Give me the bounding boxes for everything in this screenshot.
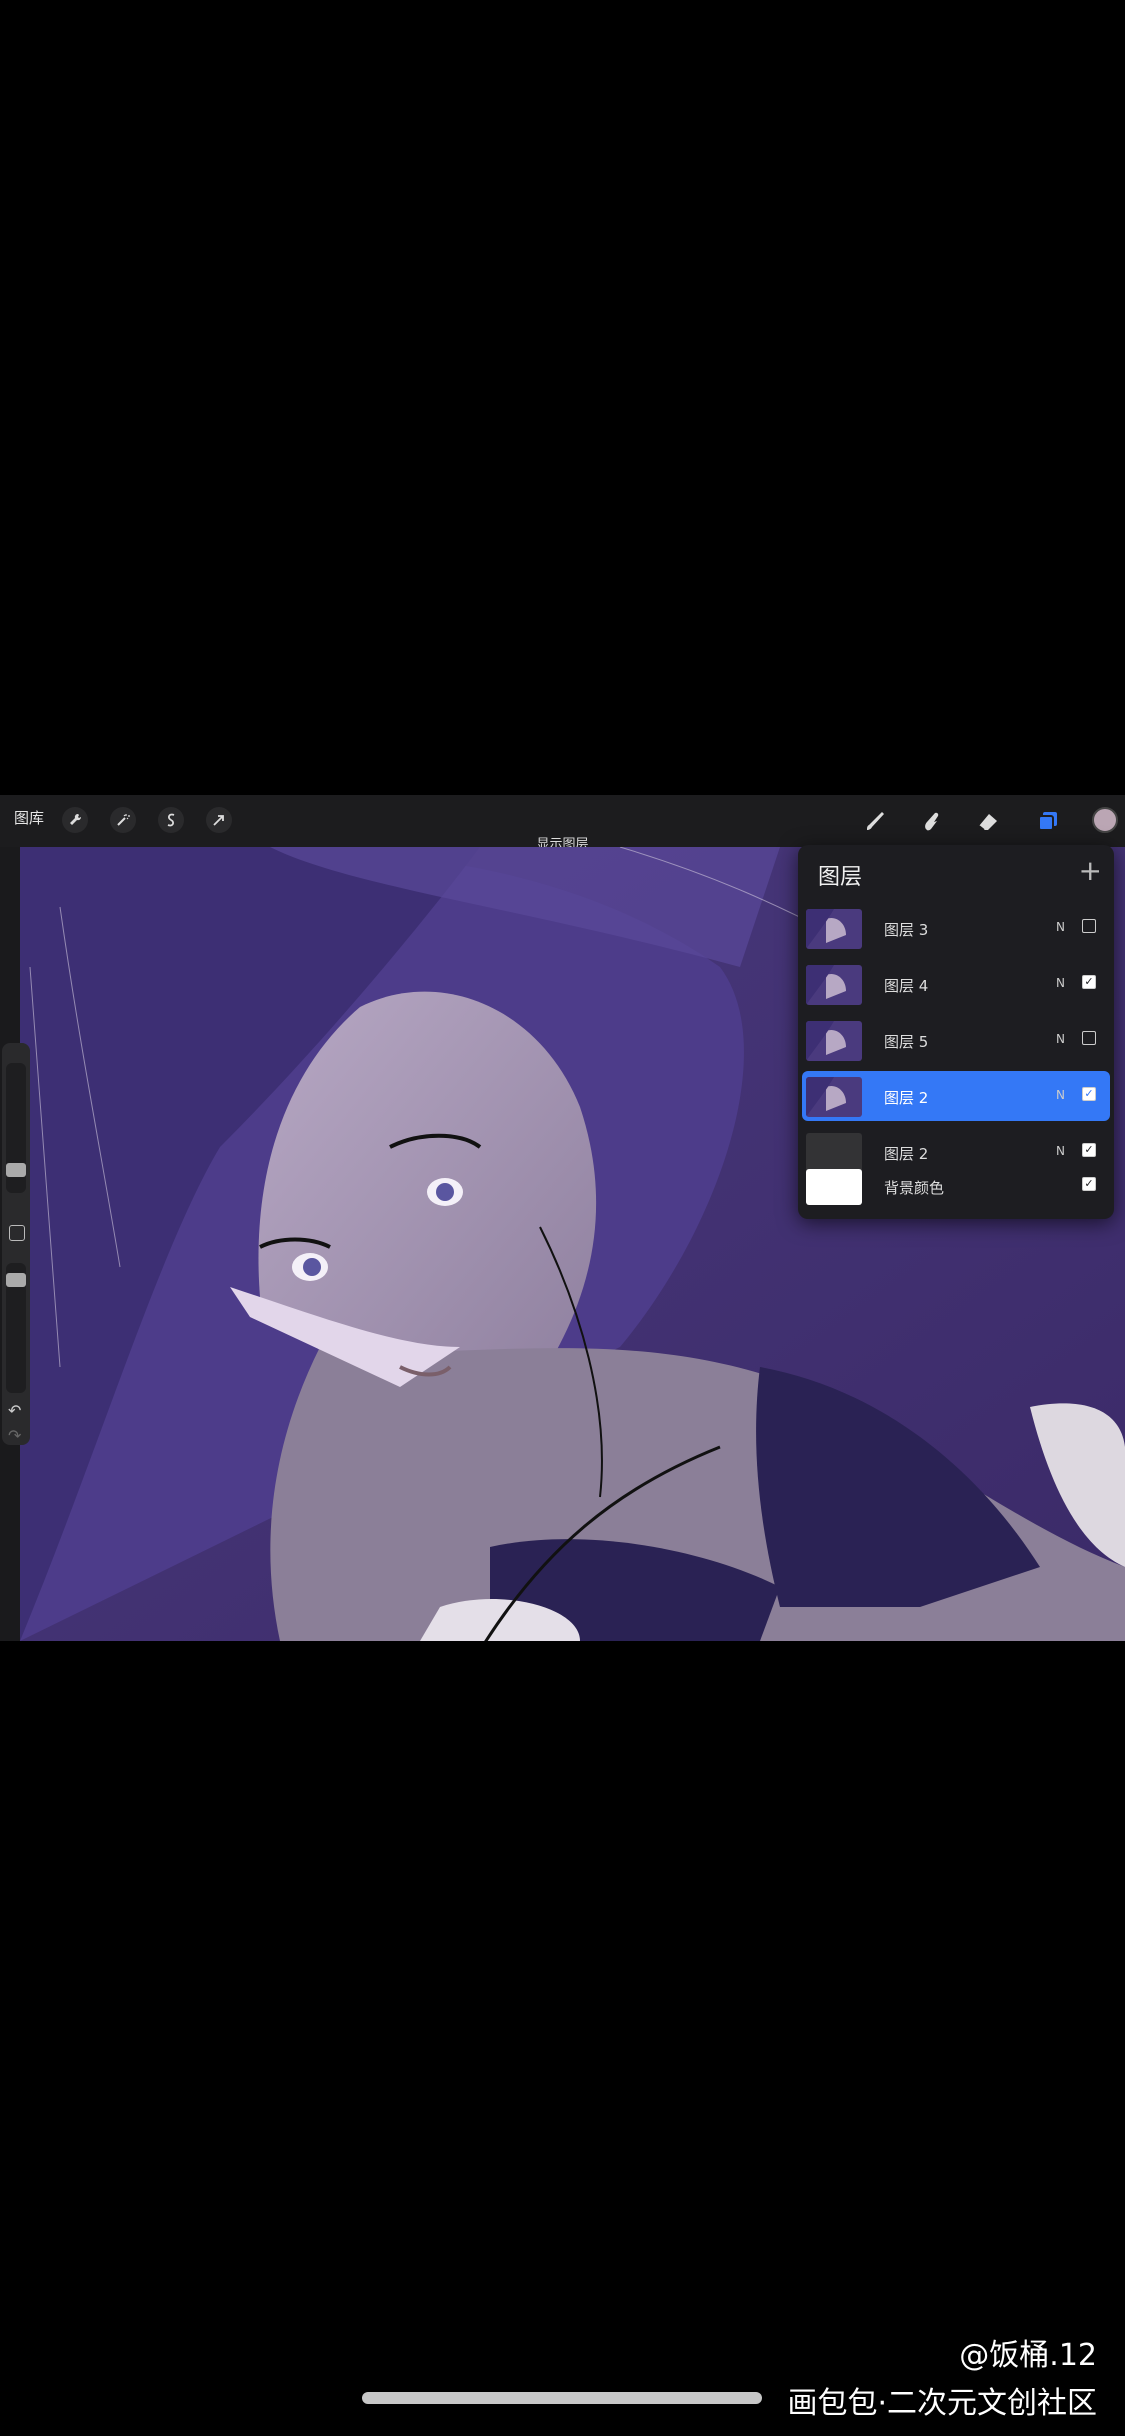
layer-row[interactable]: 图层 3 N [802, 903, 1110, 953]
layer-thumbnail [806, 1077, 862, 1117]
blend-mode-button[interactable]: N [1056, 1144, 1065, 1158]
blend-mode-button[interactable]: N [1056, 920, 1065, 934]
procreate-app: 图库 显示图层 ↶ ↷ 图层 + 图层 3 N 图层 4 N ✓ 图层 5 N … [0, 795, 1125, 1641]
background-color-swatch[interactable] [806, 1169, 862, 1205]
brush-size-slider[interactable] [6, 1063, 26, 1193]
opacity-thumb[interactable] [6, 1273, 26, 1287]
layer-row[interactable]: 图层 5 N [802, 1015, 1110, 1065]
site-watermark: 画包包·二次元文创社区 [787, 2386, 1097, 2421]
left-sidebar: ↶ ↷ [2, 1043, 30, 1445]
layer-thumbnail [806, 909, 862, 949]
layer-visibility-checkbox[interactable] [1082, 1031, 1096, 1045]
layer-name: 图层 2 [884, 1089, 929, 1107]
layer-visibility-checkbox[interactable]: ✓ [1082, 1087, 1096, 1101]
modify-button[interactable] [9, 1225, 25, 1241]
undo-icon[interactable]: ↶ [8, 1403, 24, 1419]
brush-size-thumb[interactable] [6, 1163, 26, 1177]
blend-mode-button[interactable]: N [1056, 1032, 1065, 1046]
layer-thumbnail [806, 1021, 862, 1061]
wrench-icon[interactable] [62, 807, 88, 833]
color-picker-swatch[interactable] [1092, 807, 1118, 833]
layer-name: 图层 5 [884, 1033, 929, 1051]
layer-name: 图层 2 [884, 1145, 929, 1163]
add-layer-button[interactable]: + [1079, 857, 1102, 885]
layer-name: 背景颜色 [884, 1179, 945, 1197]
selection-icon[interactable] [158, 807, 184, 833]
home-indicator[interactable] [362, 2392, 762, 2404]
magic-wand-icon[interactable] [110, 807, 136, 833]
blend-mode-button[interactable]: N [1056, 1088, 1065, 1102]
layer-name: 图层 3 [884, 921, 929, 939]
layer-visibility-checkbox[interactable]: ✓ [1082, 975, 1096, 989]
layer-row[interactable]: 图层 4 N ✓ [802, 959, 1110, 1009]
layer-thumbnail [806, 965, 862, 1005]
gallery-button[interactable]: 图库 [14, 807, 44, 828]
layer-visibility-checkbox[interactable]: ✓ [1082, 1143, 1096, 1157]
layer-visibility-checkbox[interactable]: ✓ [1082, 1177, 1096, 1191]
layers-panel: 图层 + 图层 3 N 图层 4 N ✓ 图层 5 N 图层 2 N ✓ 图层 … [798, 845, 1114, 1219]
layers-panel-title: 图层 [818, 865, 863, 890]
blend-mode-button[interactable]: N [1056, 976, 1065, 990]
layer-row-active[interactable]: 图层 2 N ✓ [802, 1071, 1110, 1121]
layer-name: 图层 4 [884, 977, 929, 995]
background-color-row[interactable]: 背景颜色 ✓ [802, 1163, 1110, 1209]
transform-arrow-icon[interactable] [206, 807, 232, 833]
redo-icon[interactable]: ↷ [8, 1428, 24, 1444]
layer-visibility-checkbox[interactable] [1082, 919, 1096, 933]
top-toolbar: 图库 显示图层 [0, 795, 1125, 852]
author-watermark: @饭桶.12 [959, 2338, 1097, 2373]
opacity-slider[interactable] [6, 1263, 26, 1393]
